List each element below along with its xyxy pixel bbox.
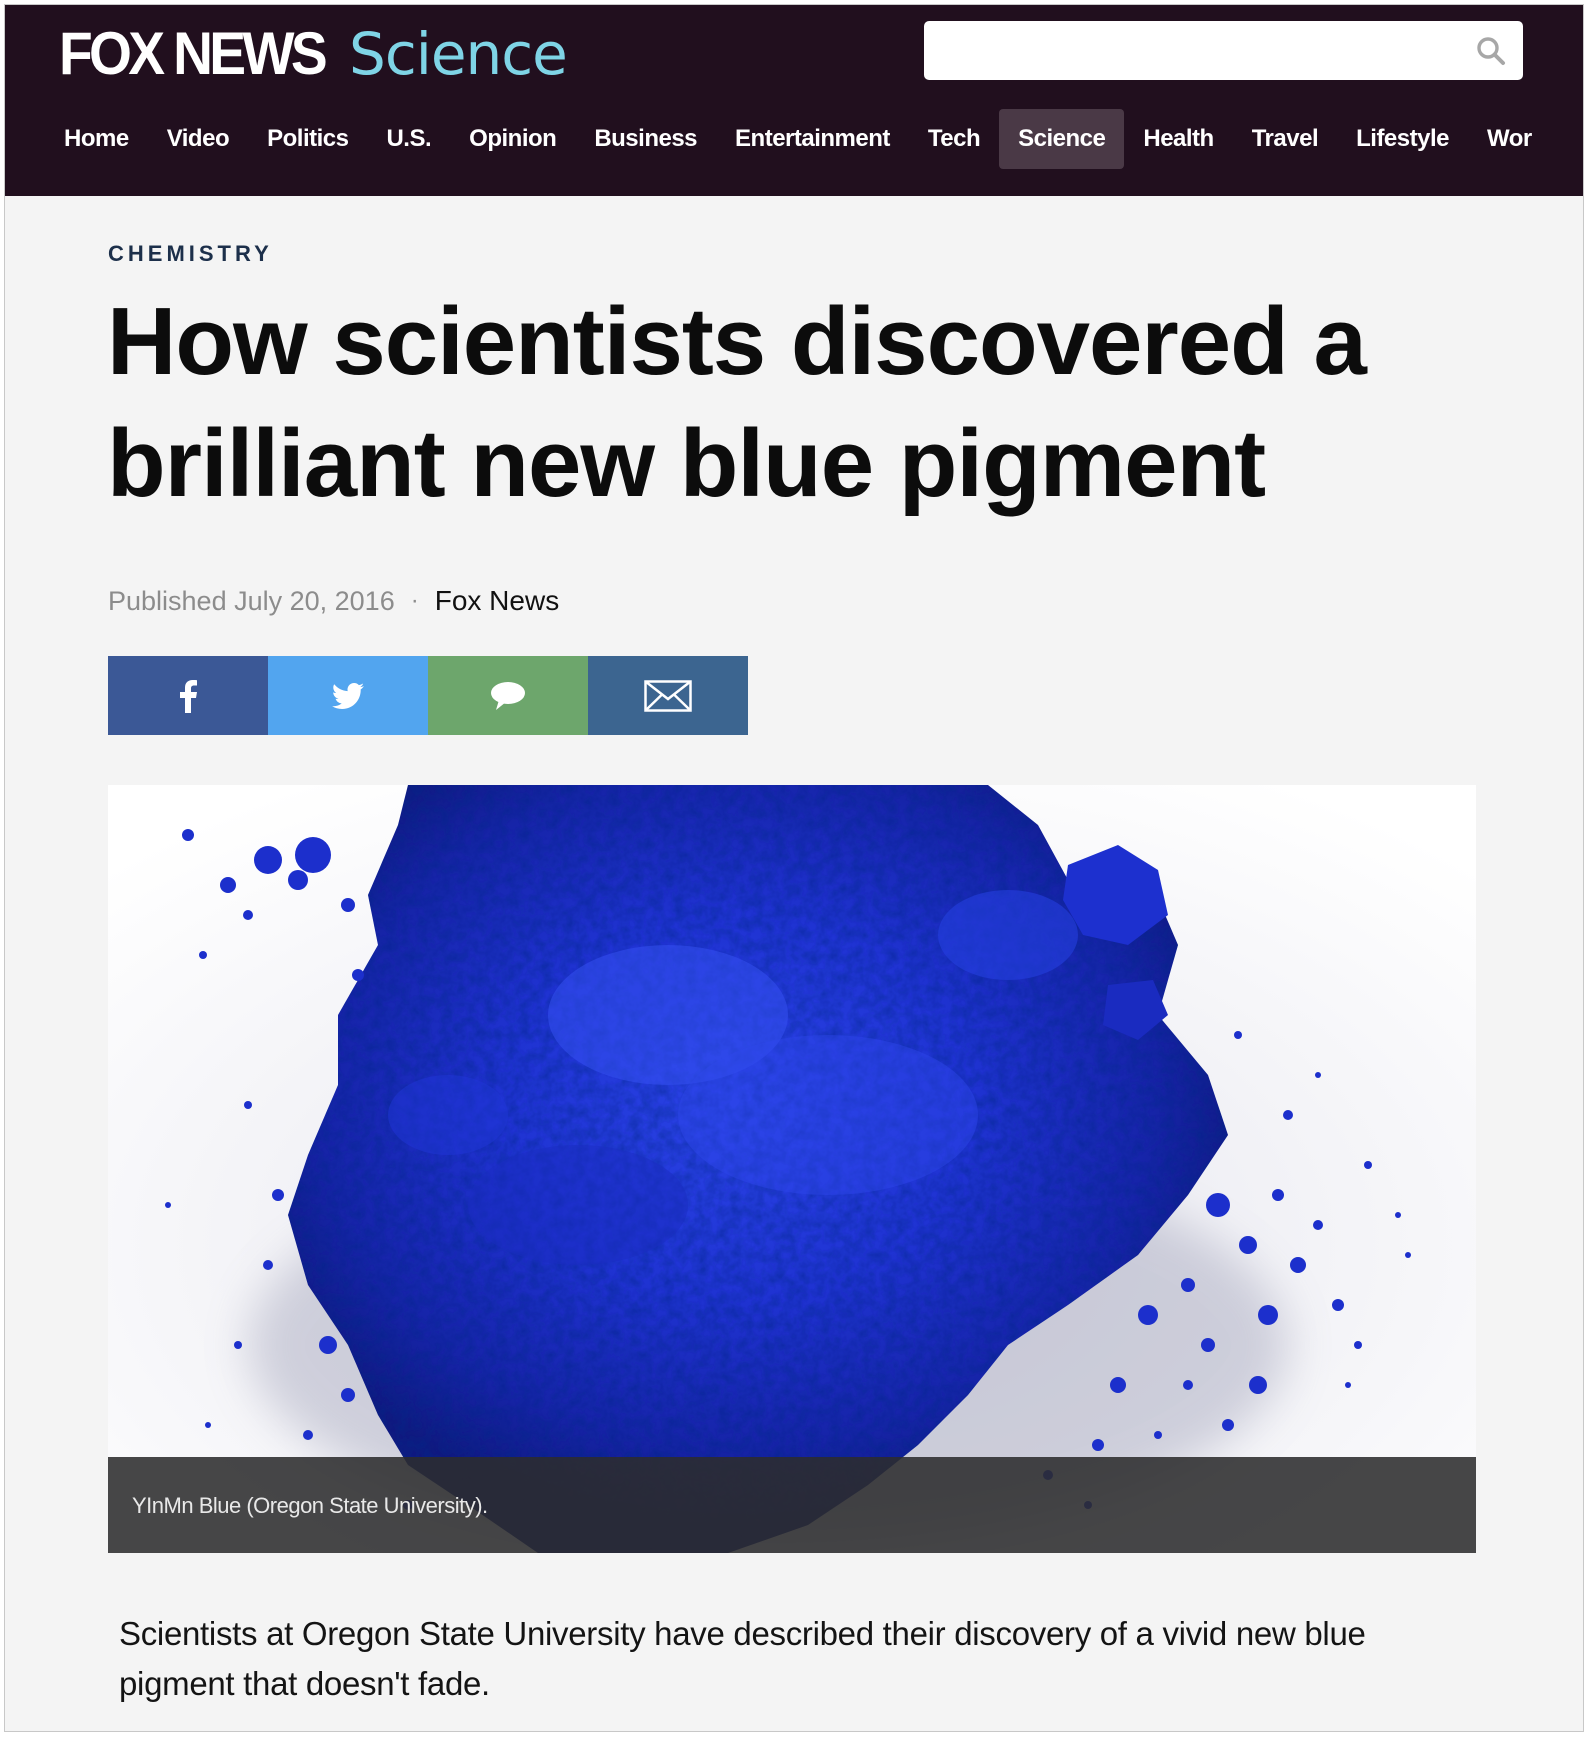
share-twitter-button[interactable]	[268, 656, 428, 735]
logo-section-name: Science	[349, 20, 568, 88]
nav-item-science[interactable]: Science	[999, 109, 1125, 169]
site-header: FOX NEWS Science Home Video Politics U.S…	[5, 5, 1583, 196]
logo-wordmark: FOX NEWS	[59, 20, 328, 87]
nav-item-health[interactable]: Health	[1124, 109, 1232, 169]
nav-item-business[interactable]: Business	[575, 109, 716, 169]
nav-item-lifestyle[interactable]: Lifestyle	[1337, 109, 1468, 169]
article-source[interactable]: Fox News	[435, 585, 559, 617]
image-caption-bar: YInMn Blue (Oregon State University).	[108, 1457, 1476, 1553]
article-headline: How scientists discovered a brilliant ne…	[107, 288, 1367, 517]
site-logo[interactable]: FOX NEWS Science	[59, 19, 568, 89]
article-meta: Published July 20, 2016 · Fox News	[108, 581, 559, 621]
share-bar	[108, 656, 748, 735]
comment-icon	[491, 681, 525, 710]
search-box	[924, 21, 1523, 80]
article-lede: Scientists at Oregon State University ha…	[119, 1615, 1366, 1702]
nav-item-politics[interactable]: Politics	[248, 109, 367, 169]
nav-item-opinion[interactable]: Opinion	[450, 109, 575, 169]
share-comments-button[interactable]	[428, 656, 588, 735]
nav-item-world[interactable]: Wor	[1468, 109, 1551, 169]
search-input[interactable]	[924, 21, 1464, 80]
nav-item-home[interactable]: Home	[45, 109, 148, 169]
nav-item-us[interactable]: U.S.	[367, 109, 450, 169]
search-icon[interactable]	[1475, 35, 1507, 67]
blue-pigment-illustration	[108, 785, 1476, 1553]
image-caption: YInMn Blue (Oregon State University).	[132, 1493, 488, 1518]
email-icon	[644, 679, 692, 712]
hero-image[interactable]: YInMn Blue (Oregon State University).	[108, 785, 1476, 1553]
share-facebook-button[interactable]	[108, 656, 268, 735]
page-frame: FOX NEWS Science Home Video Politics U.S…	[4, 4, 1584, 1732]
facebook-icon	[180, 679, 197, 713]
article-category[interactable]: CHEMISTRY	[108, 241, 273, 267]
twitter-icon	[332, 682, 364, 709]
nav-item-tech[interactable]: Tech	[909, 109, 999, 169]
nav-item-travel[interactable]: Travel	[1233, 109, 1337, 169]
nav-item-video[interactable]: Video	[148, 109, 248, 169]
published-date: Published July 20, 2016	[108, 585, 395, 616]
meta-separator: ·	[410, 587, 419, 614]
main-nav: Home Video Politics U.S. Opinion Busines…	[45, 109, 1551, 169]
share-email-button[interactable]	[588, 656, 748, 735]
nav-item-entertainment[interactable]: Entertainment	[716, 109, 909, 169]
